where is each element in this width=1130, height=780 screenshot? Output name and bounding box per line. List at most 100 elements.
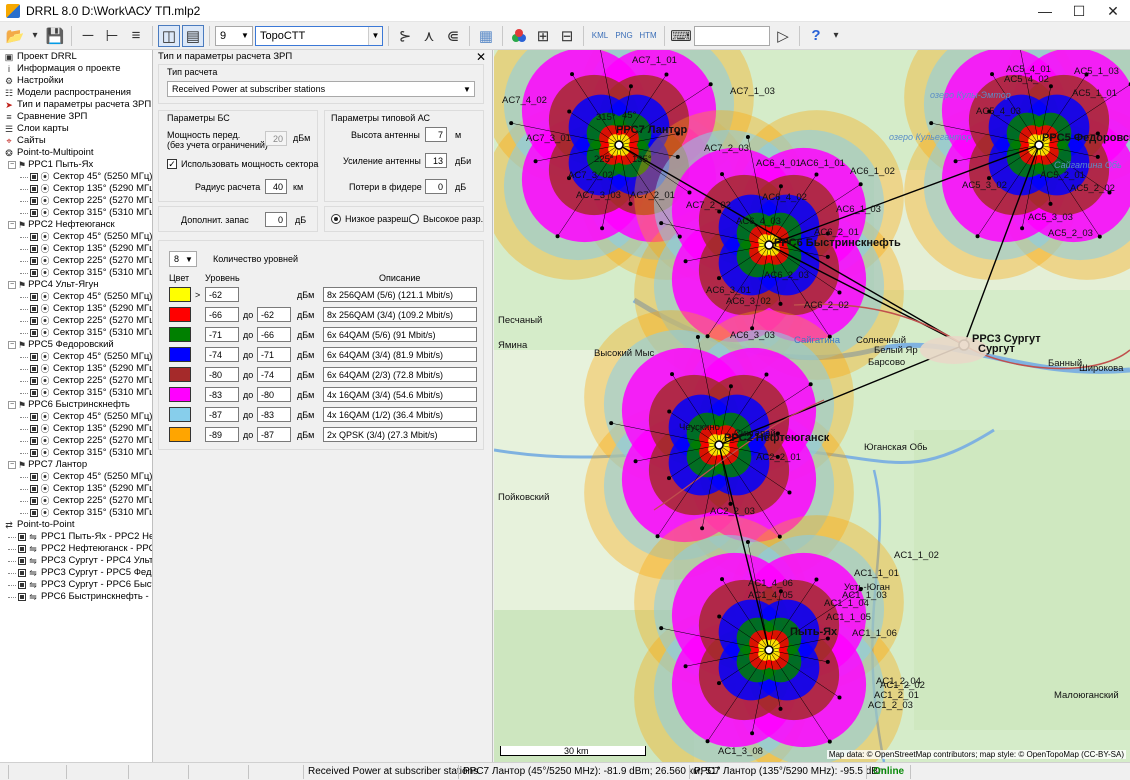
level-description-input[interactable]: 6x 64QAM (3/4) (81.9 Mbit/s) (323, 347, 477, 362)
level-to-input[interactable]: -66 (257, 327, 291, 342)
visibility-checkbox[interactable] (30, 437, 38, 445)
tree-item[interactable]: ▣ Проект DRRL (0, 51, 152, 63)
high-res-radio[interactable] (409, 214, 419, 224)
coverage-map[interactable]: PPC7 Лантор PPC5 Федоровский PPC6 Быстринс… (494, 50, 1130, 762)
tree-tool-icon[interactable]: ≡ (125, 25, 147, 47)
level-to-input[interactable]: -87 (257, 427, 291, 442)
color-layers-icon[interactable] (508, 25, 530, 47)
visibility-checkbox[interactable] (30, 473, 38, 481)
export-html-icon[interactable]: HTM (637, 25, 659, 47)
collapse-icon[interactable]: − (8, 461, 16, 469)
tree-sector[interactable]: ⦿ Сектор 135° (5290 МГц) (0, 183, 152, 195)
tree-sector[interactable]: ⦿ Сектор 315° (5310 МГц) (0, 447, 152, 459)
save-icon[interactable]: 💾 (44, 25, 66, 47)
tree-sector[interactable]: ⦿ Сектор 225° (5270 МГц) (0, 315, 152, 327)
level-to-input[interactable]: -74 (257, 367, 291, 382)
visibility-checkbox[interactable] (18, 569, 26, 577)
tree-sector[interactable]: ⦿ Сектор 315° (5310 МГц) (0, 507, 152, 519)
panel-left-icon[interactable]: ◫ (158, 24, 180, 47)
close-button[interactable]: ✕ (1096, 0, 1130, 22)
tree-link[interactable]: ⇋ PPC2 Нефтеюганск - PPC3 (0, 543, 152, 555)
tree-sector[interactable]: ⦿ Сектор 315° (5310 МГц) (0, 387, 152, 399)
level-from-input[interactable]: -87 (205, 407, 239, 422)
level-to-input[interactable]: -80 (257, 387, 291, 402)
visibility-checkbox[interactable] (30, 509, 38, 517)
tree-sector[interactable]: ⦿ Сектор 315° (5310 МГц) (0, 267, 152, 279)
visibility-checkbox[interactable] (30, 353, 38, 361)
tree-sector[interactable]: ⦿ Сектор 225° (5270 МГц) (0, 375, 152, 387)
tree-sector[interactable]: ⦿ Сектор 135° (5290 МГц) (0, 303, 152, 315)
add-object-icon[interactable]: ⊞ (532, 25, 554, 47)
level-to-input[interactable]: -71 (257, 347, 291, 362)
level-description-input[interactable]: 8x 256QAM (5/6) (121.1 Mbit/s) (323, 287, 477, 302)
visibility-checkbox[interactable] (30, 449, 38, 457)
visibility-checkbox[interactable] (18, 581, 26, 589)
tree-station[interactable]: − ⚑ PPC4 Ульт-Ягун (0, 279, 152, 291)
visibility-checkbox[interactable] (30, 257, 38, 265)
level-color-swatch[interactable] (169, 407, 191, 422)
keyboard-icon[interactable]: ⌨ (670, 25, 692, 47)
tree-item[interactable]: ≡ Сравнение ЗРП (0, 111, 152, 123)
tree-item[interactable]: ☰ Слои карты (0, 123, 152, 135)
play-icon[interactable]: ▷ (772, 25, 794, 47)
tree-item[interactable]: ⇄ Point-to-Point (0, 519, 152, 531)
level-from-input[interactable]: -89 (205, 427, 239, 442)
level-description-input[interactable]: 2x QPSK (3/4) (27.3 Mbit/s) (323, 427, 477, 442)
level-from-input[interactable]: -80 (205, 367, 239, 382)
tree-sector[interactable]: ⦿ Сектор 315° (5310 МГц) (0, 327, 152, 339)
feeder-loss-input[interactable]: 0 (425, 179, 447, 194)
level-description-input[interactable]: 6x 64QAM (5/6) (91 Mbit/s) (323, 327, 477, 342)
tree-item[interactable]: ❂ Point-to-Multipoint (0, 147, 152, 159)
tree-sector[interactable]: ⦿ Сектор 45° (5250 МГц) (0, 411, 152, 423)
level-count-select[interactable]: 9 ▼ (215, 25, 253, 46)
level-color-swatch[interactable] (169, 307, 191, 322)
tree-sector[interactable]: ⦿ Сектор 45° (5250 МГц) (0, 291, 152, 303)
visibility-checkbox[interactable] (30, 329, 38, 337)
tree-item[interactable]: ⚙ Настройки (0, 75, 152, 87)
export-kml-icon[interactable]: KML (589, 25, 611, 47)
level-color-swatch[interactable] (169, 367, 191, 382)
radius-input[interactable]: 40 (265, 179, 287, 194)
bandwidth-icon[interactable]: ⊱ (394, 25, 416, 47)
level-to-input[interactable]: -62 (257, 307, 291, 322)
tree-sector[interactable]: ⦿ Сектор 135° (5290 МГц) (0, 423, 152, 435)
level-description-input[interactable]: 4x 16QAM (3/4) (54.6 Mbit/s) (323, 387, 477, 402)
profile-down-icon[interactable]: ⋐ (442, 25, 464, 47)
tree-item[interactable]: i Информация о проекте (0, 63, 152, 75)
maximize-button[interactable]: ☐ (1062, 0, 1096, 22)
tree-sector[interactable]: ⦿ Сектор 135° (5290 МГц) (0, 243, 152, 255)
tree-sector[interactable]: ⦿ Сектор 225° (5270 МГц) (0, 195, 152, 207)
chevron-down-icon[interactable]: ▾ (829, 25, 843, 47)
visibility-checkbox[interactable] (30, 413, 38, 421)
level-description-input[interactable]: 8x 256QAM (3/4) (109.2 Mbit/s) (323, 307, 477, 322)
visibility-checkbox[interactable] (30, 497, 38, 505)
map-source-select[interactable]: TopoCTT ▼ (255, 25, 383, 46)
ruler-icon[interactable]: ▦ (475, 25, 497, 47)
tree-sector[interactable]: ⦿ Сектор 315° (5310 МГц) (0, 207, 152, 219)
search-input[interactable] (694, 25, 770, 46)
line-tool-icon[interactable]: ─ (77, 25, 99, 47)
tree-item[interactable]: ➤ Тип и параметры расчета ЗРП (0, 99, 152, 111)
visibility-checkbox[interactable] (30, 317, 38, 325)
collapse-icon[interactable]: − (8, 221, 16, 229)
tree-sector[interactable]: ⦿ Сектор 135° (5290 МГц) (0, 363, 152, 375)
tx-power-input[interactable]: 20 (265, 131, 287, 146)
visibility-checkbox[interactable] (30, 365, 38, 373)
tree-item[interactable]: ⌖ Сайты (0, 135, 152, 147)
tree-sector[interactable]: ⦿ Сектор 45° (5250 МГц) (0, 471, 152, 483)
calc-type-select[interactable]: Received Power at subscriber stations ▼ (167, 81, 475, 97)
panel-split-icon[interactable]: ▤ (182, 24, 204, 47)
level-description-input[interactable]: 6x 64QAM (2/3) (72.8 Mbit/s) (323, 367, 477, 382)
tree-link[interactable]: ⇋ PPC3 Сургут - PPC6 Быстри (0, 579, 152, 591)
minimize-button[interactable]: — (1028, 0, 1062, 22)
level-from-input[interactable]: -62 (205, 287, 239, 302)
level-color-swatch[interactable] (169, 347, 191, 362)
link-tool-icon[interactable]: ⊢ (101, 25, 123, 47)
profile-up-icon[interactable]: ⋏ (418, 25, 440, 47)
tree-station[interactable]: − ⚑ PPC6 Быстринскнефть (0, 399, 152, 411)
open-folder-icon[interactable]: 📂 (4, 25, 26, 47)
tree-station[interactable]: − ⚑ PPC1 Пыть-Ях (0, 159, 152, 171)
visibility-checkbox[interactable] (30, 269, 38, 277)
visibility-checkbox[interactable] (18, 593, 26, 601)
tree-link[interactable]: ⇋ PPC3 Сургут - PPC4 Ульт-Яг (0, 555, 152, 567)
